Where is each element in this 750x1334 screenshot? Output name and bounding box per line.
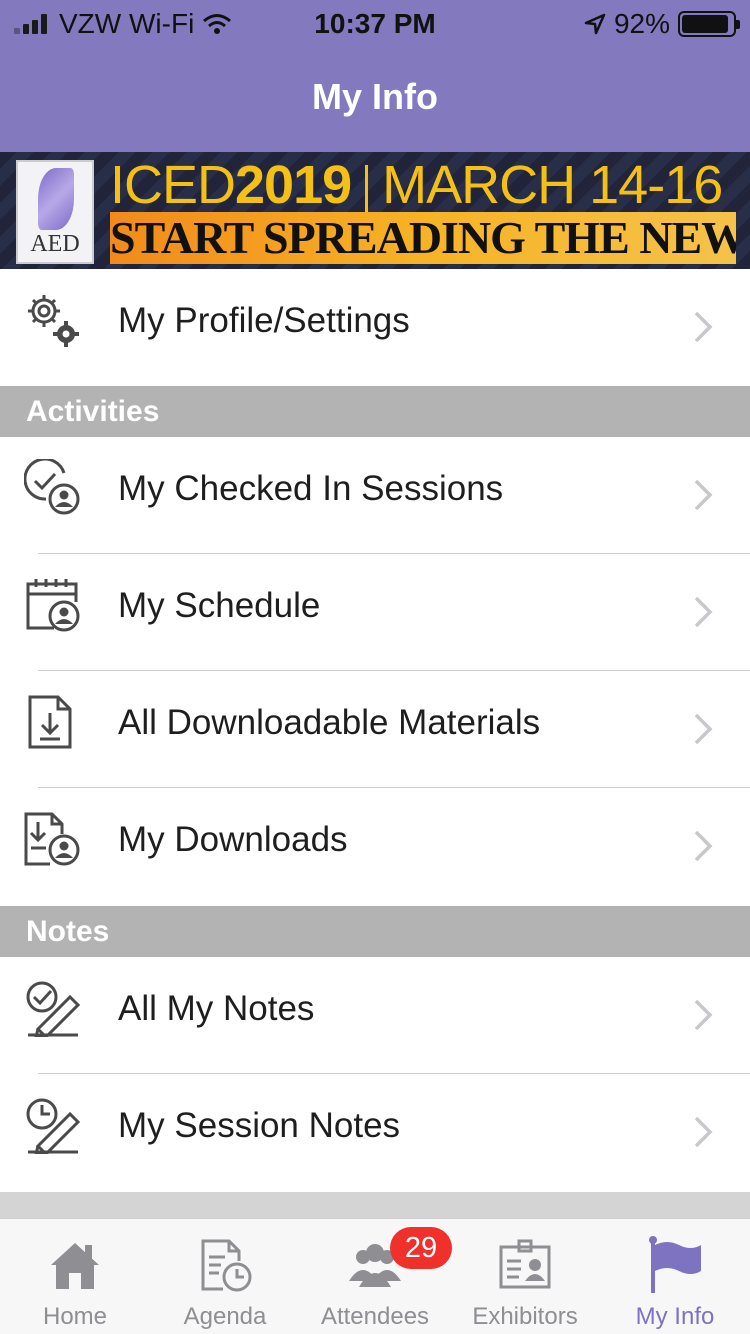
next-section-peek xyxy=(0,1192,750,1218)
home-icon xyxy=(51,1243,99,1289)
tab-agenda[interactable]: Agenda xyxy=(150,1219,300,1334)
list-item-label: My Checked In Sessions xyxy=(118,469,504,508)
my-downloads-row[interactable]: My Downloads xyxy=(0,788,750,905)
status-bar: VZW Wi-Fi 10:37 PM 92% xyxy=(0,0,750,52)
list-item-label: My Schedule xyxy=(118,586,321,625)
gears-icon xyxy=(28,295,79,347)
my-profile-settings-label: My Profile/Settings xyxy=(118,301,410,340)
chevron-right-icon xyxy=(694,999,713,1031)
tab-exhibitors[interactable]: Exhibitors xyxy=(450,1219,600,1334)
my-checked-in-sessions-row[interactable]: My Checked In Sessions xyxy=(0,437,750,554)
exhibitors-icon xyxy=(499,1239,551,1289)
tab-label: My Info xyxy=(635,1303,715,1330)
tab-attendees[interactable]: 29 Attendees xyxy=(300,1219,452,1334)
tab-label: Home xyxy=(42,1303,108,1330)
clock-pencil-icon xyxy=(26,1098,81,1154)
check-user-icon xyxy=(24,459,80,515)
my-session-notes-row[interactable]: My Session Notes xyxy=(0,1074,750,1191)
tab-bar: Home Agenda 29 Attendees Exhibitors My I… xyxy=(0,1218,750,1334)
app-header: VZW Wi-Fi 10:37 PM 92% My Info xyxy=(0,0,750,152)
location-arrow-icon xyxy=(584,13,606,35)
chevron-right-icon xyxy=(694,1116,713,1148)
chevron-right-icon xyxy=(694,311,713,343)
attendees-badge: 29 xyxy=(390,1227,452,1269)
event-banner[interactable]: AED ICED2019 MARCH 14-16 START SPREADING … xyxy=(0,152,750,269)
tab-home[interactable]: Home xyxy=(0,1219,150,1334)
battery-icon xyxy=(678,11,740,37)
document-download-icon xyxy=(28,695,72,749)
page-title: My Info xyxy=(312,76,438,117)
list-item-label: My Session Notes xyxy=(118,1106,401,1145)
my-schedule-row[interactable]: My Schedule xyxy=(0,554,750,671)
chevron-right-icon xyxy=(694,713,713,745)
flag-icon xyxy=(649,1236,701,1293)
all-downloadable-materials-row[interactable]: All Downloadable Materials xyxy=(0,671,750,788)
section-header-notes: Notes xyxy=(0,906,750,957)
list-item-label: All Downloadable Materials xyxy=(118,703,541,742)
chevron-right-icon xyxy=(694,830,713,862)
tab-my-info[interactable]: My Info xyxy=(600,1219,750,1334)
download-user-icon xyxy=(24,812,80,866)
all-my-notes-row[interactable]: All My Notes xyxy=(0,957,750,1074)
chevron-right-icon xyxy=(694,479,713,511)
tab-label: Agenda xyxy=(183,1303,267,1330)
tab-label: Exhibitors xyxy=(472,1303,578,1330)
battery-percent: 92% xyxy=(613,8,670,39)
banner-tagline: START SPREADING THE NEWS xyxy=(110,212,736,264)
list-item-label: All My Notes xyxy=(118,989,315,1028)
my-profile-settings-row[interactable]: My Profile/Settings xyxy=(0,269,750,386)
status-right: 92% xyxy=(584,8,740,40)
banner-event-line: ICED2019 MARCH 14-16 xyxy=(110,155,723,215)
check-pencil-icon xyxy=(26,981,81,1037)
section-header-activities: Activities xyxy=(0,386,750,437)
agenda-icon xyxy=(201,1239,252,1292)
tab-label: Attendees xyxy=(320,1303,430,1330)
aed-logo: AED xyxy=(16,160,94,264)
calendar-user-icon xyxy=(26,579,80,632)
chevron-right-icon xyxy=(694,596,713,628)
list-item-label: My Downloads xyxy=(118,820,348,859)
